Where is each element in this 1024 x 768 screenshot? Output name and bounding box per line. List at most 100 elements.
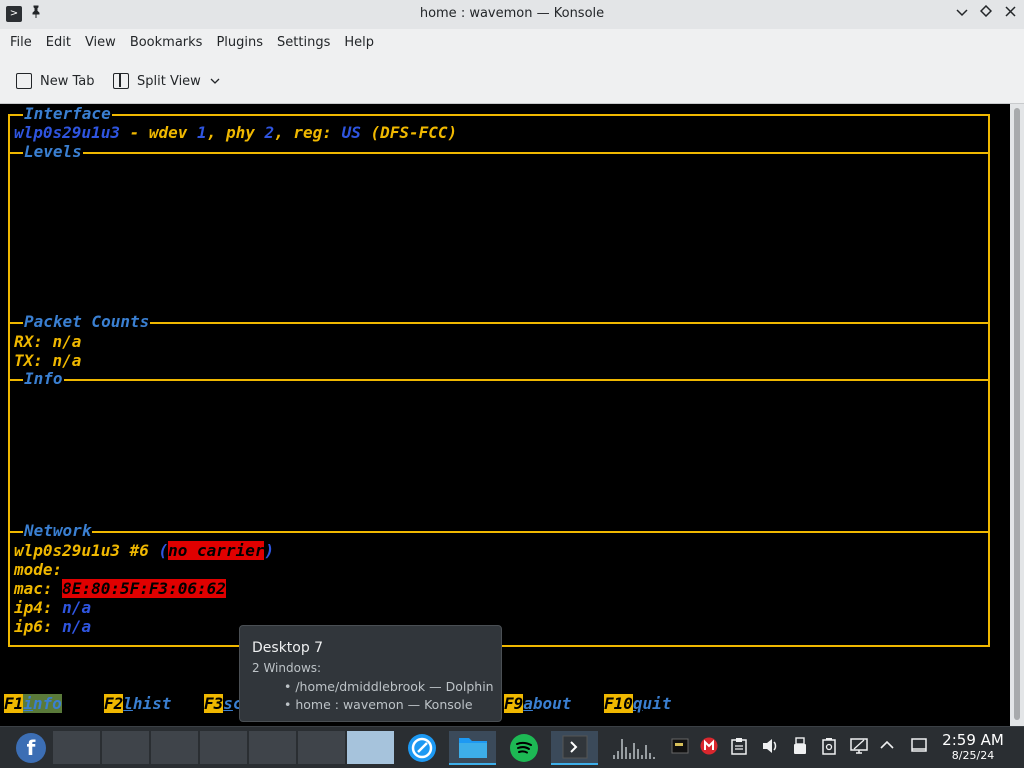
mac-value: 8E:80:5F:F3:06:62: [62, 579, 226, 598]
clipboard-icon[interactable]: [731, 737, 747, 759]
network-icon[interactable]: [850, 737, 868, 759]
rx-value: n/a: [52, 332, 82, 351]
menu-file[interactable]: File: [4, 29, 38, 57]
info-panel: Info: [8, 370, 990, 531]
phy-value: 2: [264, 123, 275, 142]
split-view-button[interactable]: Split View: [113, 69, 220, 93]
new-tab-label: New Tab: [40, 73, 95, 89]
pager-desktop-1[interactable]: [53, 731, 100, 764]
minimize-chevron-icon[interactable]: [952, 4, 972, 24]
ip6-label: ip6:: [14, 617, 63, 636]
pager-desktop-3[interactable]: [151, 731, 198, 764]
menu-plugins[interactable]: Plugins: [210, 29, 269, 57]
packet-counts-panel: Packet Counts: [8, 313, 990, 379]
ip6-line: ip6: n/a: [14, 617, 91, 636]
new-tab-icon: [16, 73, 32, 89]
packet-counts-title: Packet Counts: [23, 312, 151, 331]
f1-key: F1: [4, 694, 24, 713]
levels-title: Levels: [23, 142, 83, 161]
f2-hot: l: [123, 694, 133, 713]
pager-desktop-6[interactable]: [298, 731, 345, 764]
spotify-icon[interactable]: [500, 731, 547, 765]
fedora-icon[interactable]: f: [16, 733, 46, 763]
ssh-icon[interactable]: [671, 737, 689, 759]
f2-rest: hist: [132, 694, 172, 713]
reg-domain: (DFS-FCC): [360, 123, 458, 142]
pager-desktop-2[interactable]: [102, 731, 149, 764]
info-title: Info: [23, 369, 64, 388]
reg-value: US: [341, 123, 361, 142]
new-tab-button[interactable]: New Tab: [16, 69, 95, 93]
clock-time[interactable]: 2:59 AM: [940, 731, 1006, 749]
browser-icon[interactable]: [398, 731, 445, 765]
mode-label: mode:: [14, 560, 63, 579]
f3-key: F3: [204, 694, 224, 713]
split-view-icon: [113, 73, 129, 89]
terminal-view[interactable]: Interface wlp0s29u1u3 - wdev 1, phy 2, r…: [0, 104, 1010, 726]
net-status-badge: no carrier: [168, 541, 265, 560]
chevron-up-icon[interactable]: [879, 737, 895, 757]
mac-label: mac:: [14, 579, 63, 598]
menu-help[interactable]: Help: [338, 29, 380, 57]
chevron-down-icon[interactable]: [210, 78, 220, 84]
interface-title: Interface: [23, 104, 112, 123]
ip4-line: ip4: n/a: [14, 598, 91, 617]
taskbar: f 2:59 AM 8/25/24: [0, 726, 1024, 768]
menu-bookmarks[interactable]: Bookmarks: [124, 29, 209, 57]
menu-edit[interactable]: Edit: [40, 29, 77, 57]
f10-rest: uit: [642, 694, 672, 713]
split-view-label: Split View: [137, 73, 201, 89]
konsole-icon[interactable]: [551, 731, 598, 765]
ip6-value: n/a: [62, 617, 92, 636]
audio-graph-icon[interactable]: [612, 733, 660, 765]
f3-hot: s: [223, 694, 233, 713]
mega-icon[interactable]: [700, 737, 718, 759]
battery-icon[interactable]: [822, 737, 836, 759]
tooltip-window-item: • /home/dmiddlebrook — Dolphin: [284, 679, 494, 694]
f10-hot: q: [632, 694, 643, 713]
usb-icon[interactable]: [793, 737, 807, 759]
ip4-value: n/a: [62, 598, 92, 617]
close-x-icon[interactable]: [1000, 4, 1020, 24]
fkey-f10[interactable]: F10quit: [604, 694, 671, 713]
levels-panel: Levels: [8, 143, 990, 322]
pager-desktop-5[interactable]: [249, 731, 296, 764]
mode-line: mode:: [14, 560, 62, 579]
clock-date[interactable]: 8/25/24: [940, 749, 1006, 762]
fkey-f9[interactable]: F9about: [504, 694, 571, 713]
tx-label: TX:: [14, 351, 53, 370]
tooltip-title: Desktop 7: [252, 640, 324, 656]
ip4-label: ip4:: [14, 598, 63, 617]
fkey-f3[interactable]: F3sc: [204, 694, 243, 713]
paren-close: ): [264, 541, 275, 560]
scroll-thumb[interactable]: [1014, 108, 1020, 720]
wdev-value: 1: [197, 123, 207, 142]
tooltip-window-item: • home : wavemon — Konsole: [284, 697, 473, 712]
title-bar: > home : wavemon — Konsole: [0, 0, 1024, 29]
interface-line: wlp0s29u1u3 - wdev 1, phy 2, reg: US (DF…: [14, 123, 457, 142]
pager-desktop-7[interactable]: [347, 731, 394, 764]
f9-hot: a: [523, 694, 533, 713]
menu-bar: File Edit View Bookmarks Plugins Setting…: [0, 29, 1024, 57]
volume-icon[interactable]: [761, 737, 779, 759]
f1-hot: i: [23, 694, 33, 713]
show-desktop-icon[interactable]: [911, 737, 927, 757]
paren-open: (: [158, 541, 169, 560]
mac-line: mac: 8E:80:5F:F3:06:62: [14, 579, 226, 598]
menu-view[interactable]: View: [79, 29, 122, 57]
maximize-diamond-icon[interactable]: [976, 4, 996, 24]
menu-settings[interactable]: Settings: [271, 29, 336, 57]
iface-sep: -: [119, 123, 149, 142]
f1-rest: nfo: [32, 694, 62, 713]
tooltip-window-count: 2 Windows:: [252, 661, 322, 675]
f9-key: F9: [504, 694, 524, 713]
net-iface: wlp0s29u1u3 #6: [14, 541, 159, 560]
pager-desktop-4[interactable]: [200, 731, 247, 764]
phy-label: , phy: [206, 123, 265, 142]
network-title: Network: [23, 521, 93, 540]
scrollbar[interactable]: [1010, 104, 1024, 726]
dolphin-folder-icon[interactable]: [449, 731, 496, 765]
tx-line: TX: n/a: [14, 351, 81, 370]
fkey-f2[interactable]: F2lhist: [104, 694, 171, 713]
fkey-f1[interactable]: F1info: [4, 694, 62, 713]
